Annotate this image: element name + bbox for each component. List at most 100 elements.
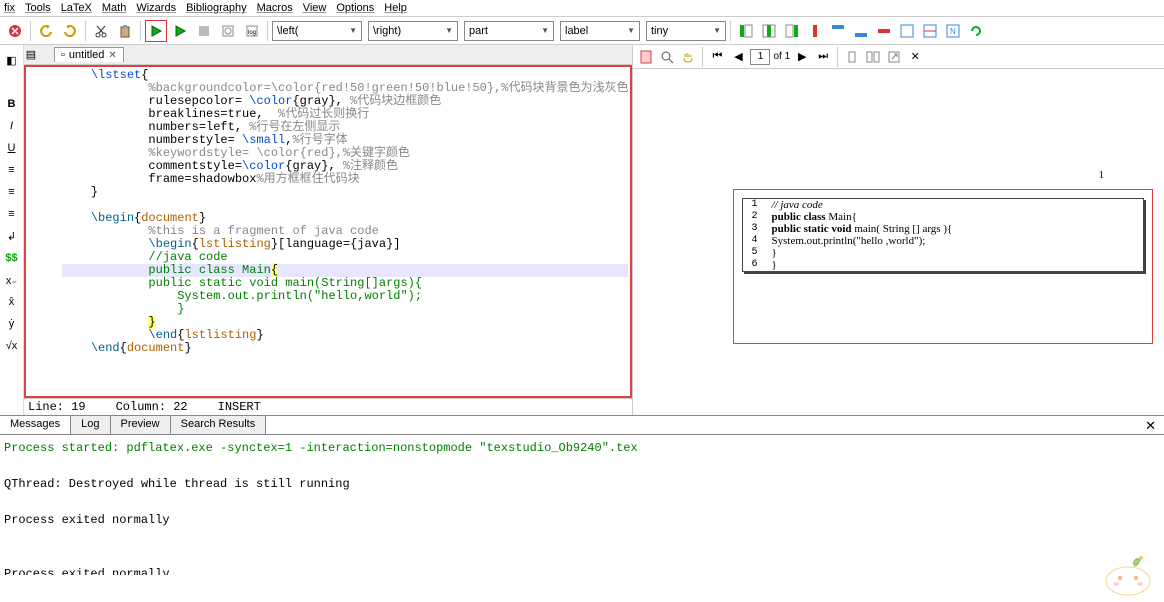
leftbar-btn-2[interactable]: B — [3, 95, 21, 113]
tab-list-icon[interactable]: ▤ — [24, 44, 38, 66]
leftbar-btn-9[interactable]: $$ — [3, 249, 21, 267]
table-col-mid-icon[interactable] — [758, 20, 780, 42]
table-refresh-icon[interactable] — [965, 20, 987, 42]
message-line — [4, 529, 1160, 547]
code-line[interactable]: } — [62, 186, 628, 199]
menu-math[interactable]: Math — [102, 2, 126, 14]
leftbar-btn-5[interactable]: ≡ — [3, 161, 21, 179]
pdf-viewer-pane: ⏮ ◀ of 1 ▶ ⏭ ✕ 1 1 // java code2 public … — [632, 45, 1164, 415]
table-row-top-icon[interactable] — [827, 20, 849, 42]
bottom-tab-search-results[interactable]: Search Results — [171, 416, 267, 434]
leftbar-btn-11[interactable]: x̂ — [3, 293, 21, 311]
undo-icon[interactable] — [35, 20, 57, 42]
viewer-last-icon[interactable]: ⏭ — [814, 48, 832, 66]
viewer-next-icon[interactable]: ▶ — [793, 48, 811, 66]
main-area: ◧ BIU ≡ ≡ ≡ ↲ $$ x₋ x̂ ẏ √x ▤ ▫ untitled ✕ \lstset… — [0, 45, 1164, 415]
run-icon[interactable] — [145, 20, 167, 42]
code-line[interactable]: frame=shadowbox%用方框框住代码块 — [62, 173, 628, 186]
code-editor[interactable]: \lstset{ %backgroundcolor=\color{red!50!… — [24, 65, 632, 398]
viewer-single-icon[interactable] — [843, 48, 861, 66]
status-mode: INSERT — [218, 400, 261, 414]
redo-icon[interactable] — [59, 20, 81, 42]
file-icon: ▫ — [61, 49, 65, 61]
table-del-col-icon[interactable] — [804, 20, 826, 42]
viewer-close-icon[interactable]: ✕ — [906, 48, 924, 66]
close-tab-icon[interactable]: ✕ — [108, 50, 116, 61]
toolbar-dropdown-1[interactable]: \right)▼ — [368, 21, 458, 41]
status-column: Column: 22 — [116, 400, 188, 414]
paste-icon[interactable] — [114, 20, 136, 42]
viewer-toolbar: ⏮ ◀ of 1 ▶ ⏭ ✕ — [633, 45, 1164, 69]
table-row-bot-icon[interactable] — [850, 20, 872, 42]
cut-icon[interactable] — [90, 20, 112, 42]
chevron-down-icon: ▼ — [445, 26, 453, 35]
viewer-extern-icon[interactable] — [885, 48, 903, 66]
listing-row: 1 // java code — [743, 199, 1143, 211]
menu-fix[interactable]: fix — [4, 2, 15, 14]
leftbar-btn-10[interactable]: x₋ — [3, 271, 21, 289]
chevron-down-icon: ▼ — [627, 26, 635, 35]
viewer-prev-icon[interactable]: ◀ — [729, 48, 747, 66]
stop-icon[interactable] — [193, 20, 215, 42]
page-number: 1 — [1099, 169, 1105, 181]
table-del-row-icon[interactable] — [873, 20, 895, 42]
table-col-right-icon[interactable] — [781, 20, 803, 42]
close-panel-icon[interactable]: ✕ — [1137, 416, 1164, 434]
table-misc3-icon[interactable]: N — [942, 20, 964, 42]
table-col-left-icon[interactable] — [735, 20, 757, 42]
status-line: Line: 19 — [28, 400, 86, 414]
preview-highlight: 1 // java code2 public class Main{3 publ… — [733, 189, 1153, 344]
viewer-page-input[interactable] — [750, 49, 770, 65]
bottom-tab-log[interactable]: Log — [71, 416, 110, 434]
leftbar-btn-4[interactable]: U — [3, 139, 21, 157]
chevron-down-icon: ▼ — [713, 26, 721, 35]
viewer-doc-icon[interactable] — [637, 48, 655, 66]
menu-macros[interactable]: Macros — [257, 2, 293, 14]
bottom-tab-preview[interactable]: Preview — [111, 416, 171, 434]
editor-statusbar: Line: 19 Column: 22 INSERT — [24, 398, 632, 415]
view-log-icon[interactable]: log — [241, 20, 263, 42]
message-line — [4, 547, 1160, 565]
messages-panel[interactable]: Process started: pdflatex.exe -synctex=1… — [0, 435, 1164, 575]
listing-row: 6 } — [743, 259, 1143, 271]
message-line: Process started: pdflatex.exe -synctex=1… — [4, 439, 1160, 457]
menu-help[interactable]: Help — [384, 2, 407, 14]
viewer-zoom-icon[interactable] — [658, 48, 676, 66]
file-tab[interactable]: ▫ untitled ✕ — [54, 47, 124, 62]
menu-bibliography[interactable]: Bibliography — [186, 2, 247, 14]
toolbar-dropdown-4[interactable]: tiny▼ — [646, 21, 726, 41]
leftbar-btn-0[interactable]: ◧ — [3, 51, 21, 69]
code-line[interactable]: \end{document} — [62, 342, 628, 355]
menu-view[interactable]: View — [303, 2, 327, 14]
close-icon[interactable] — [4, 20, 26, 42]
menu-wizards[interactable]: Wizards — [136, 2, 176, 14]
leftbar-btn-7[interactable]: ≡ — [3, 205, 21, 223]
toolbar-dropdown-3[interactable]: label▼ — [560, 21, 640, 41]
viewer-first-icon[interactable]: ⏮ — [708, 48, 726, 66]
leftbar-btn-3[interactable]: I — [3, 117, 21, 135]
menu-options[interactable]: Options — [336, 2, 374, 14]
toolbar-dropdown-0[interactable]: \left(▼ — [272, 21, 362, 41]
bottom-tab-messages[interactable]: Messages — [0, 416, 71, 434]
leftbar-btn-8[interactable]: ↲ — [3, 227, 21, 245]
listing-row: 2 public class Main{ — [743, 211, 1143, 223]
run-alt-icon[interactable] — [169, 20, 191, 42]
viewer-page[interactable]: 1 1 // java code2 public class Main{3 pu… — [633, 69, 1164, 415]
table-misc1-icon[interactable] — [896, 20, 918, 42]
leftbar-btn-13[interactable]: √x — [3, 337, 21, 355]
menu-latex[interactable]: LaTeX — [61, 2, 92, 14]
leftbar-btn-12[interactable]: ẏ — [3, 315, 21, 333]
toolbar-dropdown-2[interactable]: part▼ — [464, 21, 554, 41]
leftbar-btn-6[interactable]: ≡ — [3, 183, 21, 201]
message-line: Process exited normally — [4, 565, 1160, 575]
file-tab-title: untitled — [69, 49, 104, 61]
viewer-hand-icon[interactable] — [679, 48, 697, 66]
leftbar-btn-1[interactable] — [3, 73, 21, 91]
view-pdf-icon[interactable] — [217, 20, 239, 42]
viewer-dual-icon[interactable] — [864, 48, 882, 66]
menu-tools[interactable]: Tools — [25, 2, 51, 14]
listing-frame: 1 // java code2 public class Main{3 publ… — [742, 198, 1144, 272]
listing-row: 5 } — [743, 247, 1143, 259]
table-misc2-icon[interactable] — [919, 20, 941, 42]
main-toolbar: log \left(▼ \right)▼ part▼ label▼ tiny▼ N — [0, 17, 1164, 45]
